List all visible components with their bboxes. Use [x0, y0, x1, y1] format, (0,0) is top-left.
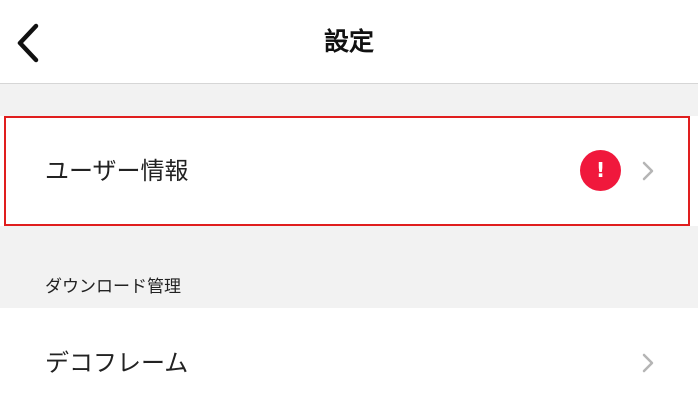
- deco-frame-label: デコフレーム: [45, 349, 189, 377]
- list-top-spacer: [0, 84, 698, 116]
- chevron-left-icon: [17, 23, 39, 63]
- user-info-label: ユーザー情報: [45, 157, 189, 185]
- user-info-row[interactable]: ユーザー情報 !: [0, 116, 698, 226]
- section-label: ダウンロード管理: [45, 277, 181, 297]
- alert-badge: !: [580, 150, 621, 191]
- top-nav-bar: 設定: [0, 0, 698, 84]
- section-header-download: ダウンロード管理: [0, 226, 698, 308]
- deco-frame-row[interactable]: デコフレーム: [0, 308, 698, 418]
- back-button[interactable]: [8, 18, 48, 66]
- chevron-right-icon: [640, 351, 656, 375]
- chevron-right-icon: [640, 159, 656, 183]
- page-title: 設定: [323, 27, 374, 56]
